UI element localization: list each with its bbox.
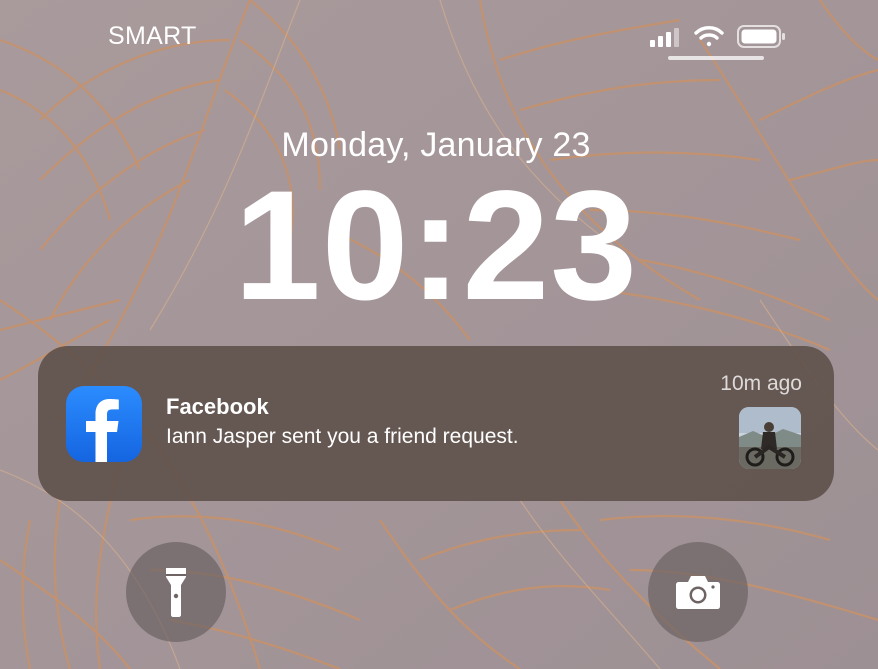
top-indicator-bar — [668, 56, 764, 60]
wifi-icon — [694, 26, 724, 47]
status-icons — [650, 25, 785, 48]
notification-timestamp: 10m ago — [720, 372, 802, 395]
flashlight-button[interactable] — [126, 542, 226, 642]
battery-icon — [737, 25, 785, 48]
camera-icon — [676, 576, 720, 609]
notification-card[interactable]: Facebook Iann Jasper sent you a friend r… — [38, 346, 834, 501]
notification-app-name: Facebook — [166, 394, 269, 419]
flashlight-icon — [166, 568, 186, 617]
camera-button[interactable] — [648, 542, 748, 642]
lock-screen-time: 10:23 — [234, 159, 638, 333]
carrier-name: SMART — [108, 22, 197, 50]
profile-photo-thumbnail — [739, 407, 801, 469]
notification-message: Iann Jasper sent you a friend request. — [166, 425, 519, 448]
cellular-signal-icon — [650, 28, 679, 47]
facebook-icon — [66, 386, 142, 462]
